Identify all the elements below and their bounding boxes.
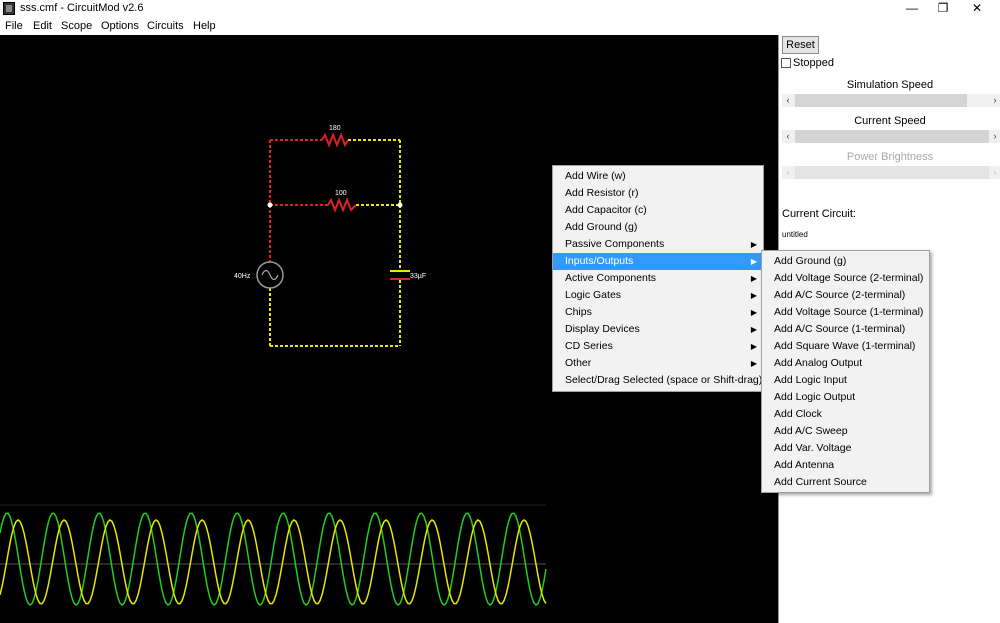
submenu-item-voltage-source-1t[interactable]: Add Voltage Source (1-terminal) — [762, 304, 929, 321]
menu-bar: File Edit Scope Options Circuits Help — [0, 18, 1000, 35]
menu-scope[interactable]: Scope — [61, 20, 92, 32]
submenu-arrow-icon: ▶ — [750, 274, 757, 283]
submenu-item-logic-output[interactable]: Add Logic Output — [762, 389, 929, 406]
menu-item-passive-components[interactable]: Passive Components ▶ — [553, 236, 763, 253]
ac-source[interactable] — [256, 261, 284, 289]
slider-track[interactable] — [795, 130, 989, 143]
simulation-speed-label: Simulation Speed — [846, 79, 934, 91]
menu-item-label: Add Resistor (r) — [565, 187, 639, 199]
menu-circuits[interactable]: Circuits — [147, 20, 184, 32]
capacitor-label: 33µF — [410, 273, 426, 280]
capacitor[interactable] — [390, 270, 410, 280]
restore-icon[interactable]: ❐ — [928, 0, 958, 18]
scroll-right-icon: › — [993, 167, 997, 177]
scroll-right-icon[interactable]: › — [989, 130, 1000, 143]
scroll-right-icon[interactable]: › — [989, 94, 1000, 107]
menu-item-display-devices[interactable]: Display Devices ▶ — [553, 321, 763, 338]
window-title: sss.cmf - CircuitMod v2.6 — [20, 2, 144, 14]
reset-button[interactable]: Reset — [782, 36, 819, 54]
menu-edit[interactable]: Edit — [33, 20, 52, 32]
simulation-speed-slider[interactable]: ‹ › — [782, 94, 1000, 107]
node — [267, 202, 273, 208]
scope-current-trace — [0, 519, 547, 605]
power-brightness-label: Power Brightness — [846, 151, 934, 163]
current-circuit-name: untitled — [782, 230, 808, 239]
menu-item-add-wire[interactable]: Add Wire (w) — [553, 168, 763, 185]
stopped-label: Stopped — [793, 57, 834, 69]
stopped-checkbox[interactable] — [781, 58, 791, 68]
node — [397, 202, 403, 208]
resistor-180[interactable] — [321, 132, 349, 148]
submenu-item-square-wave[interactable]: Add Square Wave (1-terminal) — [762, 338, 929, 355]
submenu-item-var-voltage[interactable]: Add Var. Voltage — [762, 440, 929, 457]
menu-item-active-components[interactable]: Active Components ▶ — [553, 270, 763, 287]
submenu-arrow-icon: ▶ — [750, 257, 757, 266]
menu-file[interactable]: File — [5, 20, 23, 32]
circuit-wires[interactable] — [269, 139, 401, 347]
submenu-item-voltage-source-2t[interactable]: Add Voltage Source (2-terminal) — [762, 270, 929, 287]
app-icon — [3, 2, 15, 15]
submenu-item-analog-output[interactable]: Add Analog Output — [762, 355, 929, 372]
current-circuit-label: Current Circuit: — [782, 208, 856, 220]
submenu-arrow-icon: ▶ — [750, 325, 757, 334]
context-menu: Add Wire (w) Add Resistor (r) Add Capaci… — [552, 165, 764, 392]
scroll-left-icon[interactable]: ‹ — [782, 94, 794, 107]
menu-help[interactable]: Help — [193, 20, 216, 32]
menu-item-label: Other — [565, 357, 592, 369]
power-brightness-slider: ‹ › — [782, 166, 1000, 179]
menu-item-select-drag[interactable]: Select/Drag Selected (space or Shift-dra… — [553, 372, 763, 389]
menu-item-label: Add Ground (g) — [565, 221, 638, 233]
source-label: 40Hz — [234, 273, 251, 280]
submenu-item-clock[interactable]: Add Clock — [762, 406, 929, 423]
menu-item-logic-gates[interactable]: Logic Gates ▶ — [553, 287, 763, 304]
menu-item-inputs-outputs[interactable]: Inputs/Outputs ▶ — [553, 253, 763, 270]
submenu-arrow-icon: ▶ — [750, 342, 757, 351]
menu-item-label: CD Series — [565, 340, 613, 352]
minimize-icon[interactable]: — — [897, 0, 927, 18]
close-icon[interactable]: ✕ — [962, 0, 992, 18]
menu-item-label: Active Components — [565, 272, 657, 284]
submenu-item-current-source[interactable]: Add Current Source — [762, 474, 929, 491]
menu-item-label: Add Capacitor (c) — [565, 204, 647, 216]
menu-item-add-resistor[interactable]: Add Resistor (r) — [553, 185, 763, 202]
menu-item-add-ground[interactable]: Add Ground (g) — [553, 219, 763, 236]
submenu-arrow-icon: ▶ — [750, 359, 757, 368]
submenu-item-ac-sweep[interactable]: Add A/C Sweep — [762, 423, 929, 440]
slider-track — [795, 166, 989, 179]
submenu-arrow-icon: ▶ — [750, 291, 757, 300]
submenu-arrow-icon: ▶ — [750, 240, 757, 249]
menu-item-other[interactable]: Other ▶ — [553, 355, 763, 372]
menu-item-label: Chips — [565, 306, 592, 318]
submenu-item-ac-source-2t[interactable]: Add A/C Source (2-terminal) — [762, 287, 929, 304]
submenu-item-logic-input[interactable]: Add Logic Input — [762, 372, 929, 389]
menu-options[interactable]: Options — [101, 20, 139, 32]
menu-item-label: Passive Components — [565, 238, 665, 250]
submenu-item-ac-source-1t[interactable]: Add A/C Source (1-terminal) — [762, 321, 929, 338]
current-speed-label: Current Speed — [854, 115, 926, 127]
menu-item-cd-series[interactable]: CD Series ▶ — [553, 338, 763, 355]
menu-item-label: Display Devices — [565, 323, 640, 335]
menu-item-label: Select/Drag Selected (space or Shift-dra… — [565, 374, 763, 386]
title-bar: sss.cmf - CircuitMod v2.6 — ❐ ✕ — [0, 0, 1000, 18]
resistor-top-label: 180 — [329, 125, 341, 132]
scope-view[interactable] — [0, 504, 547, 606]
menu-item-chips[interactable]: Chips ▶ — [553, 304, 763, 321]
resistor-100[interactable] — [327, 197, 357, 213]
slider-track[interactable] — [795, 94, 967, 107]
menu-item-label: Logic Gates — [565, 289, 622, 301]
submenu-item-antenna[interactable]: Add Antenna — [762, 457, 929, 474]
submenu-arrow-icon: ▶ — [750, 308, 757, 317]
menu-item-add-capacitor[interactable]: Add Capacitor (c) — [553, 202, 763, 219]
scroll-left-icon: ‹ — [786, 167, 790, 177]
submenu-item-add-ground[interactable]: Add Ground (g) — [762, 253, 929, 270]
resistor-mid-label: 100 — [335, 190, 347, 197]
menu-item-label: Inputs/Outputs — [565, 255, 634, 267]
current-speed-slider[interactable]: ‹ › — [782, 130, 1000, 143]
scroll-left-icon[interactable]: ‹ — [782, 130, 794, 143]
menu-item-label: Add Wire (w) — [565, 170, 626, 182]
inputs-outputs-submenu: Add Ground (g) Add Voltage Source (2-ter… — [761, 250, 930, 493]
